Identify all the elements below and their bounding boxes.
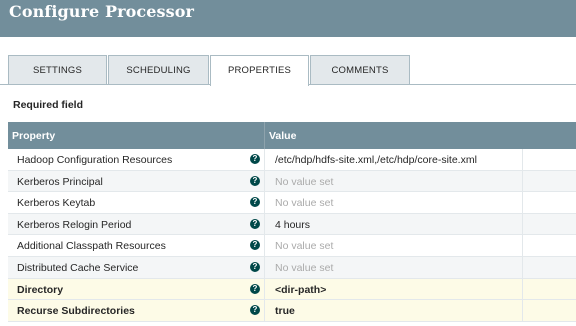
column-header-value[interactable]: Value xyxy=(269,130,296,142)
column-divider xyxy=(264,235,265,256)
property-name: Recurse Subdirectories xyxy=(17,305,135,318)
property-value[interactable]: No value set xyxy=(275,240,333,252)
help-icon[interactable]: ? xyxy=(250,261,260,272)
help-icon[interactable]: ? xyxy=(250,240,260,251)
column-divider xyxy=(522,300,523,321)
column-divider xyxy=(264,192,265,213)
help-icon[interactable]: ? xyxy=(250,175,260,186)
property-value[interactable]: No value set xyxy=(275,176,333,188)
table-row[interactable]: Kerberos Keytab? No value set xyxy=(8,192,576,214)
column-divider xyxy=(522,192,523,213)
column-divider xyxy=(522,213,523,235)
column-divider xyxy=(264,300,265,321)
table-row[interactable]: Kerberos Relogin Period? 4 hours xyxy=(8,213,576,236)
column-divider xyxy=(522,256,523,278)
property-name: Distributed Cache Service xyxy=(17,261,139,274)
property-name: Additional Classpath Resources xyxy=(17,240,166,253)
property-value[interactable]: true xyxy=(275,305,295,317)
tab-properties[interactable]: PROPERTIES xyxy=(210,55,309,86)
table-row[interactable]: Recurse Subdirectories? true xyxy=(8,300,576,322)
help-icon[interactable]: ? xyxy=(250,197,260,208)
table-row[interactable]: Hadoop Configuration Resources? /etc/hdp/… xyxy=(8,149,576,171)
properties-table: Property Value Hadoop Configuration Reso… xyxy=(8,122,576,322)
property-value[interactable]: 4 hours xyxy=(275,219,310,231)
column-divider xyxy=(522,235,523,256)
tab-bar: SETTINGS SCHEDULING PROPERTIES COMMENTS xyxy=(0,37,576,86)
table-row[interactable]: Directory? <dir-path> xyxy=(8,278,576,301)
help-icon[interactable]: ? xyxy=(250,305,260,316)
column-divider xyxy=(522,278,523,300)
property-name: Kerberos Principal xyxy=(17,175,103,188)
property-name: Directory xyxy=(17,283,64,296)
column-divider xyxy=(264,149,265,170)
required-field-note: Required field xyxy=(13,99,84,111)
dialog-header: Configure Processor xyxy=(0,0,576,37)
property-name: Hadoop Configuration Resources xyxy=(17,154,173,166)
tab-comments[interactable]: COMMENTS xyxy=(310,55,410,85)
column-divider xyxy=(264,213,265,235)
help-icon[interactable]: ? xyxy=(250,218,260,229)
property-name: Kerberos Keytab xyxy=(17,197,96,210)
help-icon[interactable]: ? xyxy=(250,283,260,294)
property-value[interactable]: No value set xyxy=(275,262,333,274)
column-header-property[interactable]: Property xyxy=(12,130,55,142)
tab-settings[interactable]: SETTINGS xyxy=(8,55,107,85)
table-row[interactable]: Additional Classpath Resources? No value … xyxy=(8,235,576,257)
column-divider xyxy=(264,256,265,278)
table-header: Property Value xyxy=(8,122,576,149)
column-divider xyxy=(264,170,265,192)
property-value[interactable]: <dir-path> xyxy=(275,284,326,296)
dialog-title: Configure Processor xyxy=(9,2,195,21)
column-divider xyxy=(522,170,523,192)
tab-scheduling[interactable]: SCHEDULING xyxy=(108,55,209,85)
column-divider xyxy=(522,149,523,170)
table-body: Hadoop Configuration Resources? /etc/hdp/… xyxy=(8,149,576,322)
property-value[interactable]: /etc/hdp/hdfs-site.xml,/etc/hdp/core-sit… xyxy=(275,154,477,166)
column-divider xyxy=(264,278,265,300)
column-divider xyxy=(264,122,265,149)
table-row[interactable]: Distributed Cache Service? No value set xyxy=(8,256,576,279)
table-row[interactable]: Kerberos Principal? No value set xyxy=(8,170,576,193)
help-icon[interactable]: ? xyxy=(250,154,260,164)
property-name: Kerberos Relogin Period xyxy=(17,218,132,231)
property-value[interactable]: No value set xyxy=(275,197,333,209)
